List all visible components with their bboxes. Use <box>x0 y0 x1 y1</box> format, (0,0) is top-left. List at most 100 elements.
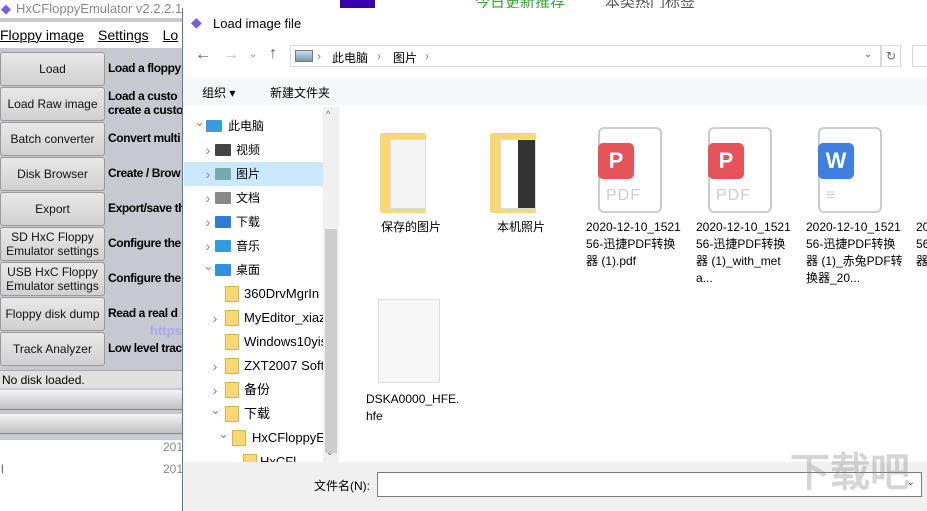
button-export[interactable]: Export <box>0 192 105 226</box>
file-item[interactable]: P PDF 2020-12-10_152156-迅捷PDF转换器 (1).pdf <box>586 127 690 287</box>
refresh-button[interactable]: ↻ <box>881 45 901 67</box>
chevron-right-icon[interactable]: › <box>203 186 213 210</box>
website-link[interactable]: https <box>150 323 182 338</box>
up-button[interactable]: ↑ <box>269 45 277 63</box>
breadcrumb-separator: › <box>317 49 321 63</box>
tree-item-label: 下载 <box>244 406 271 421</box>
computer-icon <box>206 120 222 132</box>
scrollbar-thumb[interactable] <box>325 229 337 453</box>
button-description: Convert multi <box>108 131 181 145</box>
tree-item[interactable]: ⌄ 桌面 <box>184 258 324 282</box>
tree-item[interactable]: 360DrvMgrIn <box>184 282 324 306</box>
tree-item[interactable]: › 备份 <box>184 378 324 402</box>
menu-log[interactable]: Lo <box>163 27 179 43</box>
list-text: 201 <box>163 440 184 454</box>
video-icon <box>215 144 231 156</box>
pictures-icon <box>215 168 231 180</box>
button-description: Low level trac <box>108 341 182 355</box>
chevron-down-icon[interactable]: ⌄ <box>210 398 221 422</box>
address-bar[interactable]: › 此电脑 › 图片 › ⌄ <box>290 45 881 67</box>
music-icon <box>215 240 231 252</box>
tree-item[interactable]: › 文档 <box>184 186 324 210</box>
folder-icon <box>232 430 246 446</box>
documents-icon <box>215 192 231 204</box>
chevron-down-icon[interactable]: ⌄ <box>218 422 229 446</box>
new-folder-button[interactable]: 新建文件夹 <box>270 84 330 101</box>
button-sd-hxc-floppy-emulator-settings[interactable]: SD HxC Floppy Emulator settings <box>0 227 105 261</box>
photo-folder-icon <box>490 133 536 213</box>
tree-item-label: MyEditor_xiaz <box>244 310 326 325</box>
button-floppy-disk-dump[interactable]: Floppy disk dump <box>0 297 105 331</box>
file-item[interactable]: 保存的图片 <box>366 127 470 287</box>
folder-icon <box>243 454 257 462</box>
chevron-down-icon[interactable]: ⌄ <box>194 110 205 134</box>
file-name: 2020-12-10_152156-迅捷PDF转换器 (1)_赤兔PDF转换器_… <box>806 220 903 285</box>
tree-item[interactable]: ⌄ HxCFloppyE <box>184 426 325 450</box>
tree-item-label: 桌面 <box>236 263 261 277</box>
tree-item-label: 备份 <box>244 382 271 397</box>
tree-item[interactable]: ⌄ 下载 <box>184 402 324 426</box>
button-usb-hxc-floppy-emulator-settings[interactable]: USB HxC Floppy Emulator settings <box>0 262 105 296</box>
tree-item[interactable]: ⌄ 此电脑 <box>184 114 324 138</box>
back-button[interactable]: ← <box>195 46 211 64</box>
pdf-file-icon: P PDF <box>708 127 772 213</box>
address-dropdown-icon[interactable]: ⌄ <box>864 49 872 60</box>
breadcrumb-this-pc[interactable]: 此电脑 <box>332 49 368 66</box>
file-list: 保存的图片 本机照片 P PDF 2020-12-10_152156-迅捷PDF转换器 … <box>341 107 927 462</box>
tree-item-label: 下载 <box>236 215 261 229</box>
list-text: l <box>1 462 4 476</box>
file-name: 本机照片 <box>496 220 545 234</box>
search-input[interactable] <box>912 45 927 67</box>
button-batch-converter[interactable]: Batch converter <box>0 122 105 156</box>
navigation-tree: ⌄ 此电脑 › 视频 › 图片 › 文档 › 下载 › 音乐 ⌄ 桌面 360DrvMgrIn › MyEdit… <box>184 107 339 462</box>
tree-item[interactable]: › ZXT2007 Soft <box>184 354 324 378</box>
chevron-right-icon[interactable]: › <box>203 162 213 186</box>
chevron-down-icon[interactable]: ⌄ <box>203 254 214 278</box>
tree-item[interactable]: Windows10yis <box>184 330 327 354</box>
file-item[interactable]: P PDF 2020-12-10_152156-迅捷PDF转换器 (1)_with_… <box>696 127 800 287</box>
tree-item-label: 此电脑 <box>228 119 265 133</box>
file-item[interactable]: W ≡ 2020-12-10_152156-迅捷PDF转换器 (1)_赤兔PDF转换… <box>806 127 910 287</box>
chevron-right-icon[interactable]: › <box>203 138 213 162</box>
breadcrumb-pictures[interactable]: 图片 <box>393 49 417 66</box>
file-item[interactable]: 本机照片 <box>476 127 580 287</box>
file-item[interactable]: DSKA0000_HFE.hfe <box>366 299 470 459</box>
hxc-app-window: ◆ HxCFloppyEmulator v2.2.2.1 Floppy imag… <box>0 0 340 511</box>
button-description: Configure the <box>108 271 181 285</box>
file-item[interactable]: PPDF2020-12-10_152156-迅捷PDF转换器 <box>916 127 927 287</box>
tree-item[interactable]: › 视频 <box>184 138 324 162</box>
breadcrumb-separator: › <box>425 49 429 63</box>
menu-floppy-image[interactable]: Floppy image <box>0 27 84 43</box>
dialog-logo-icon: ◆ <box>191 14 202 30</box>
chevron-right-icon[interactable]: › <box>210 306 220 330</box>
filename-input[interactable]: ⌄ <box>377 472 922 497</box>
folder-icon <box>225 310 239 326</box>
forward-button[interactable]: → <box>223 46 239 64</box>
button-track-analyzer[interactable]: Track Analyzer <box>0 332 105 366</box>
breadcrumb-separator: › <box>377 49 381 63</box>
recent-dropdown[interactable]: ⌄ <box>249 49 257 60</box>
tree-item-label: ZXT2007 Soft <box>244 358 325 373</box>
button-load[interactable]: Load <box>0 52 105 86</box>
tree-item-label: 图片 <box>236 167 261 181</box>
pdf-file-icon: P PDF <box>598 127 662 213</box>
status-bar: No disk loaded. <box>0 370 182 388</box>
button-disk-browser[interactable]: Disk Browser <box>0 157 105 191</box>
organize-button[interactable]: 组织 ▾ <box>202 84 235 101</box>
button-load-raw-image[interactable]: Load Raw image <box>0 87 105 121</box>
tree-scrollbar[interactable]: ^ ⌄ <box>323 107 339 462</box>
chevron-right-icon[interactable]: › <box>203 210 213 234</box>
tree-item[interactable]: › 下载 <box>184 210 324 234</box>
folder-icon <box>225 334 239 350</box>
word-file-icon: W ≡ <box>818 127 882 213</box>
folder-icon <box>380 133 426 213</box>
tree-item[interactable]: › MyEditor_xiaz <box>184 306 326 330</box>
chevron-right-icon[interactable]: › <box>210 354 220 378</box>
button-description: Configure the <box>108 236 181 250</box>
tree-item[interactable]: › 图片 <box>184 162 324 186</box>
filename-dropdown-icon[interactable]: ⌄ <box>907 477 915 488</box>
tree-item[interactable]: HxCFl <box>184 450 324 462</box>
file-name: 2020-12-10_152156-迅捷PDF转换器 (1).pdf <box>586 220 681 268</box>
menu-settings[interactable]: Settings <box>98 27 149 43</box>
tree-item-label: HxCFl <box>260 454 297 462</box>
